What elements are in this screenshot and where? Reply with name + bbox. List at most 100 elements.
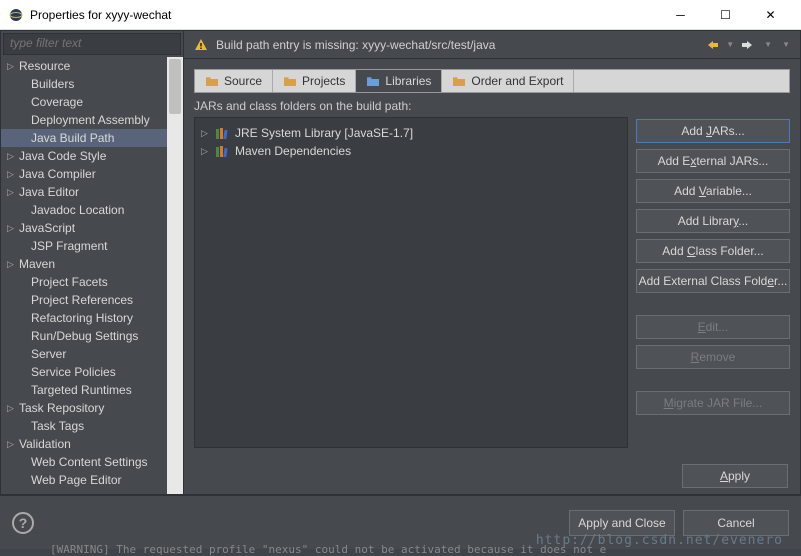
apply-close-button[interactable]: Apply and Close [569,510,675,536]
sidebar-item-project-facets[interactable]: Project Facets [1,273,183,291]
tab-libraries[interactable]: Libraries [356,70,442,92]
sidebar-item-java-code-style[interactable]: ▷Java Code Style [1,147,183,165]
warning-icon [194,38,208,52]
sidebar-item-task-repository[interactable]: ▷Task Repository [1,399,183,417]
sidebar-item-builders[interactable]: Builders [1,75,183,93]
library-icon [215,145,231,158]
sidebar-item-server[interactable]: Server [1,345,183,363]
sidebar-item-label: Service Policies [31,365,116,379]
jar-item-label: Maven Dependencies [235,144,351,158]
jar-tree[interactable]: ▷ JRE System Library [JavaSE-1.7] ▷ Maven D… [194,117,628,448]
sidebar: ▷ResourceBuildersCoverageDeployment Asse… [0,30,184,495]
sidebar-item-coverage[interactable]: Coverage [1,93,183,111]
sidebar-item-java-editor[interactable]: ▷Java Editor [1,183,183,201]
filter-box[interactable] [3,33,181,55]
scrollbar-thumb[interactable] [169,59,181,114]
add-external-class-folder-button[interactable]: Add External Class Folder... [636,269,790,293]
jar-item[interactable]: ▷ Maven Dependencies [201,142,621,160]
tree-arrow-icon: ▷ [7,259,19,270]
tree-scrollbar[interactable] [167,57,183,494]
tree-arrow-icon: ▷ [7,403,19,414]
sidebar-item-label: Deployment Assembly [31,113,150,127]
close-button[interactable]: ✕ [748,1,793,29]
cancel-button[interactable]: Cancel [683,510,789,536]
tabs-bar: Source Projects Libraries Order and Export [194,69,790,93]
terminal-line: [WARNING] The requested profile "nexus" … [50,543,606,556]
tree-arrow-icon: ▷ [7,223,19,234]
filter-input[interactable] [10,36,174,50]
sidebar-item-label: Run/Debug Settings [31,329,138,343]
view-menu-icon[interactable]: ▼ [782,40,790,49]
sidebar-item-refactoring-history[interactable]: Refactoring History [1,309,183,327]
apply-button[interactable]: Apply [682,464,788,488]
tab-label: Libraries [385,74,431,88]
sidebar-item-targeted-runtimes[interactable]: Targeted Runtimes [1,381,183,399]
tab-icon [283,75,297,87]
sidebar-item-label: Java Editor [19,185,79,199]
nav-back-icon[interactable] [702,38,720,52]
expand-arrow-icon[interactable]: ▷ [201,128,211,139]
sidebar-item-label: Web Page Editor [31,473,122,487]
sidebar-item-web-page-editor[interactable]: Web Page Editor [1,471,183,489]
sidebar-item-label: Java Compiler [19,167,96,181]
tree-arrow-icon: ▷ [7,439,19,450]
tab-order-and-export[interactable]: Order and Export [442,70,574,92]
sidebar-item-label: Maven [19,257,55,271]
nav-forward-dropdown[interactable]: ▼ [764,40,772,49]
sidebar-item-service-policies[interactable]: Service Policies [1,363,183,381]
eclipse-icon [8,7,24,23]
sidebar-item-label: Targeted Runtimes [31,383,132,397]
properties-tree[interactable]: ▷ResourceBuildersCoverageDeployment Asse… [1,57,183,494]
add-class-folder-button[interactable]: Add Class Folder... [636,239,790,263]
sidebar-item-java-compiler[interactable]: ▷Java Compiler [1,165,183,183]
sidebar-item-validation[interactable]: ▷Validation [1,435,183,453]
jar-item[interactable]: ▷ JRE System Library [JavaSE-1.7] [201,124,621,142]
sidebar-item-web-content-settings[interactable]: Web Content Settings [1,453,183,471]
add-variable-button[interactable]: Add Variable... [636,179,790,203]
remove-button: Remove [636,345,790,369]
sidebar-item-label: Task Repository [19,401,104,415]
sidebar-item-label: Task Tags [31,419,84,433]
sidebar-item-run-debug-settings[interactable]: Run/Debug Settings [1,327,183,345]
sidebar-item-label: Server [31,347,66,361]
tree-arrow-icon: ▷ [7,169,19,180]
sidebar-item-resource[interactable]: ▷Resource [1,57,183,75]
migrate-jar-button: Migrate JAR File... [636,391,790,415]
add-jars-button[interactable]: Add JARs... [636,119,790,143]
sidebar-item-label: Resource [19,59,70,73]
titlebar: Properties for xyyy-wechat ─ ☐ ✕ [0,0,801,30]
warning-bar: Build path entry is missing: xyyy-wechat… [184,31,800,59]
sidebar-item-label: Coverage [31,95,83,109]
nav-forward-icon[interactable] [740,38,758,52]
jar-item-label: JRE System Library [JavaSE-1.7] [235,126,413,140]
tab-icon [366,75,380,87]
sidebar-item-maven[interactable]: ▷Maven [1,255,183,273]
sidebar-item-jsp-fragment[interactable]: JSP Fragment [1,237,183,255]
sidebar-item-deployment-assembly[interactable]: Deployment Assembly [1,111,183,129]
sidebar-item-label: JavaScript [19,221,75,235]
sidebar-item-java-build-path[interactable]: Java Build Path [1,129,183,147]
add-library-button[interactable]: Add Library... [636,209,790,233]
sidebar-item-label: Javadoc Location [31,203,124,217]
tab-source[interactable]: Source [195,70,273,92]
sidebar-item-label: Builders [31,77,74,91]
tab-projects[interactable]: Projects [273,70,356,92]
maximize-button[interactable]: ☐ [703,1,748,29]
sidebar-item-javadoc-location[interactable]: Javadoc Location [1,201,183,219]
tab-icon [205,75,219,87]
tree-arrow-icon: ▷ [7,187,19,198]
jar-section-label: JARs and class folders on the build path… [194,99,628,113]
tab-label: Projects [302,74,345,88]
tab-label: Source [224,74,262,88]
minimize-button[interactable]: ─ [658,1,703,29]
help-icon[interactable]: ? [12,512,34,534]
nav-back-dropdown[interactable]: ▼ [726,40,734,49]
sidebar-item-task-tags[interactable]: Task Tags [1,417,183,435]
sidebar-item-project-references[interactable]: Project References [1,291,183,309]
tab-icon [452,75,466,87]
expand-arrow-icon[interactable]: ▷ [201,146,211,157]
add-external-jars-button[interactable]: Add External JARs... [636,149,790,173]
edit-button: Edit... [636,315,790,339]
tab-label: Order and Export [471,74,563,88]
sidebar-item-javascript[interactable]: ▷JavaScript [1,219,183,237]
